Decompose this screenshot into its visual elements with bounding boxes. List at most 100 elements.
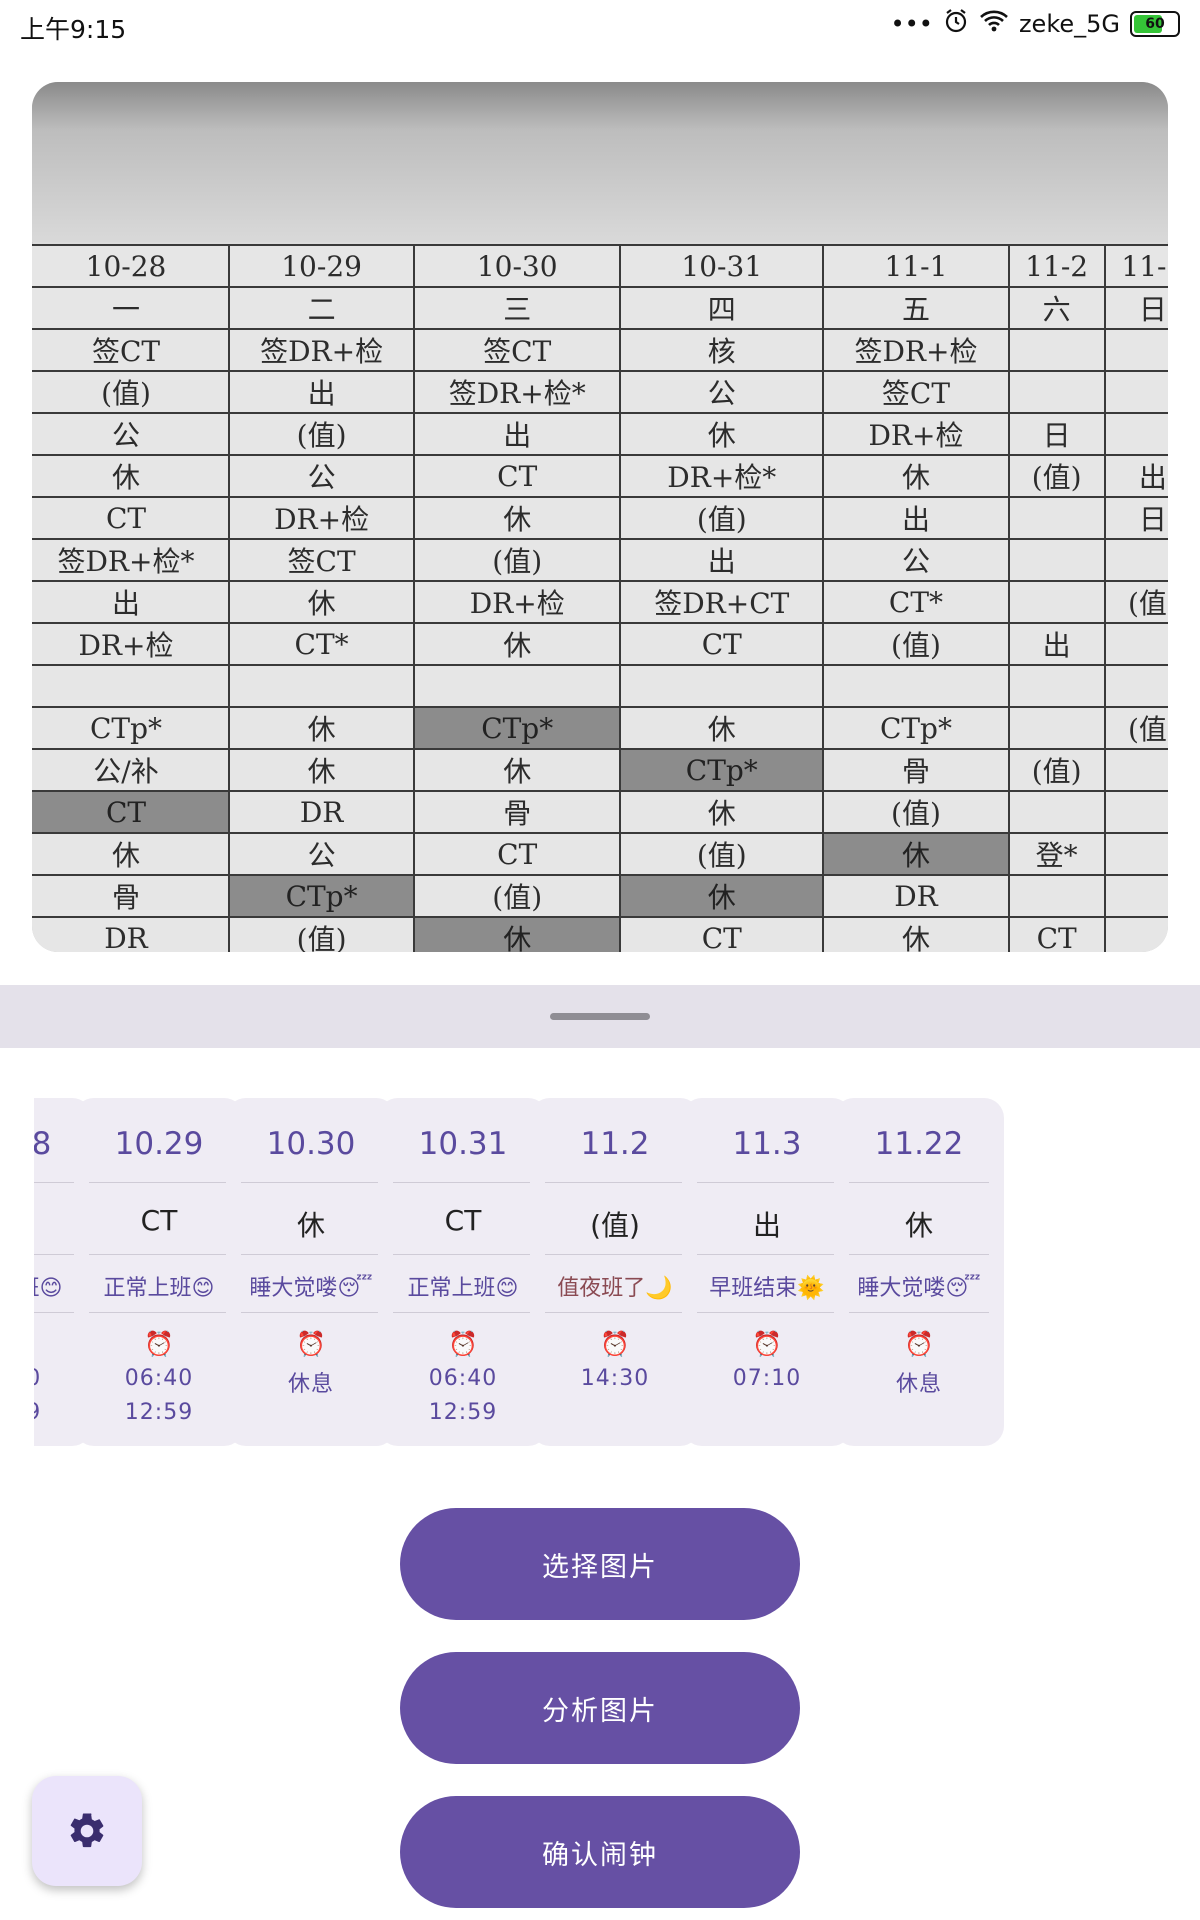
schedule-cell: CT* [822, 580, 1010, 624]
schedule-cell: 休 [822, 916, 1010, 952]
divider [849, 1182, 989, 1183]
card-shift: CT [444, 1204, 482, 1237]
schedule-cell: 签CT [32, 328, 230, 372]
card-status: 早班结束🌞 [709, 1276, 825, 1301]
schedule-cell: 公/补 [32, 748, 230, 792]
card-status: 正常上班😊 [407, 1276, 519, 1301]
schedule-cell: DR [227, 790, 416, 834]
card-status: 值夜班了🌙 [557, 1276, 673, 1301]
schedule-cell: 休 [227, 580, 416, 624]
card-time-start: 14:30 [580, 1366, 650, 1391]
schedule-cell: 日 [1007, 412, 1106, 456]
schedule-cell: CTp* [227, 874, 416, 918]
alarm-card[interactable]: 11.2 (值) 值夜班了🌙 ⏰ 14:30 [530, 1098, 700, 1446]
divider [393, 1254, 533, 1255]
schedule-cell: 签CT [822, 370, 1010, 414]
schedule-row: 签DR+检* 签CT (值) 出公 [32, 538, 1168, 582]
alarm-card[interactable]: 11.3 出早班结束🌞 ⏰ 07:10 [682, 1098, 852, 1446]
schedule-cell: 公 [227, 832, 416, 876]
analyze-image-button[interactable]: 分析图片 [400, 1652, 800, 1764]
schedule-photo: 10-2810-2910-3010-3111-111-211-3一二三四五六日签… [32, 82, 1168, 952]
divider [89, 1254, 229, 1255]
alarm-clock-icon: ⏰ [752, 1330, 782, 1358]
schedule-cell: DR [822, 874, 1010, 918]
alarm-card[interactable]: 10.30 休睡大觉喽😴 ⏰ 休息 [226, 1098, 396, 1446]
schedule-cell [1103, 538, 1168, 582]
schedule-cell: 休 [619, 874, 825, 918]
schedule-cell [413, 664, 622, 708]
divider [545, 1254, 685, 1255]
divider [393, 1312, 533, 1313]
card-time-start: 06:40 [428, 1366, 498, 1391]
schedule-cell [1103, 412, 1168, 456]
schedule-cell: (值) [1103, 580, 1168, 624]
schedule-cell [1007, 496, 1106, 540]
schedule-cell: CTp* [413, 706, 622, 750]
schedule-cell [227, 664, 416, 708]
schedule-cell: DR+检 [822, 412, 1010, 456]
alarm-card[interactable]: 10.31 CT 正常上班😊 ⏰ 06:40 12:59 [378, 1098, 548, 1446]
schedule-cell: 签DR+检* [32, 538, 230, 582]
settings-button[interactable] [32, 1776, 142, 1886]
schedule-row: 公/补休休 CTp* 骨 (值) [32, 748, 1168, 792]
schedule-cell: 10-28 [32, 244, 230, 288]
schedule-cell: 10-30 [413, 244, 622, 288]
alarm-clock-icon: ⏰ [904, 1330, 934, 1358]
card-time-start: 休息 [287, 1372, 334, 1397]
schedule-cell: 休 [32, 832, 230, 876]
battery-level: 60 [1145, 16, 1165, 32]
confirm-alarm-button[interactable]: 确认闹钟 [400, 1796, 800, 1908]
divider [34, 1312, 77, 1313]
schedule-cell: 签CT [227, 538, 416, 582]
schedule-cell: 休 [413, 622, 622, 666]
schedule-cell: (值) [413, 538, 622, 582]
schedule-cell: 公 [822, 538, 1010, 582]
schedule-cell: 登* [1007, 832, 1106, 876]
card-date: 11.3 [732, 1126, 802, 1162]
schedule-cell: 核 [619, 328, 825, 372]
schedule-cell: 出 [619, 538, 825, 582]
schedule-cell: 休 [227, 706, 416, 750]
alarm-card[interactable]: 10.29 CT 正常上班😊 ⏰ 06:40 12:59 [74, 1098, 244, 1446]
bottom-sheet-bar[interactable] [0, 985, 1200, 1048]
schedule-cell: 骨 [32, 874, 230, 918]
schedule-table: 10-2810-2910-3010-3111-111-211-3一二三四五六日签… [32, 244, 1168, 952]
card-status: 睡大觉喽😴 [249, 1276, 373, 1301]
schedule-cell [1103, 748, 1168, 792]
divider [241, 1312, 381, 1313]
schedule-cell: (值) [413, 874, 622, 918]
schedule-cell: 签DR+检 [227, 328, 416, 372]
wifi-icon [979, 9, 1009, 39]
card-shift: 出 [752, 1209, 781, 1242]
schedule-cell: 公 [227, 454, 416, 498]
schedule-cell [1103, 622, 1168, 666]
select-image-button[interactable]: 选择图片 [400, 1508, 800, 1620]
divider [89, 1182, 229, 1183]
gear-icon [70, 1813, 104, 1848]
card-time-end: 12:59 [428, 1400, 498, 1425]
schedule-cell: CTp* [619, 748, 825, 792]
schedule-cell: 休 [413, 916, 622, 952]
schedule-cell [1007, 706, 1106, 750]
schedule-cell: 出 [822, 496, 1010, 540]
schedule-cell: 六 [1007, 286, 1106, 330]
schedule-cell: (值) [619, 832, 825, 876]
schedule-row: CT DR+检休 (值) 出 日 [32, 496, 1168, 540]
alarm-card[interactable]: 11.22 休睡大觉喽😴 ⏰ 休息 [834, 1098, 1004, 1446]
schedule-cell: (值) [32, 370, 230, 414]
card-time-start: 06:40 [124, 1366, 194, 1391]
schedule-cell [1007, 580, 1106, 624]
schedule-cell: 休 [619, 706, 825, 750]
schedule-cell: CT [413, 454, 622, 498]
schedule-cell: 出 [1007, 622, 1106, 666]
divider [241, 1254, 381, 1255]
drag-handle[interactable] [550, 1013, 650, 1020]
alarm-cards-strip[interactable]: 10.28CT正常上班😊⏰06:4012:5910.29CT正常上班😊⏰06:4… [34, 1098, 1166, 1448]
alarm-clock-icon: ⏰ [600, 1330, 630, 1358]
divider [697, 1254, 837, 1255]
divider [89, 1312, 229, 1313]
divider [34, 1254, 77, 1255]
schedule-cell: (值) [227, 412, 416, 456]
more-dots-icon: ••• [890, 10, 933, 38]
schedule-cell [1103, 916, 1168, 952]
